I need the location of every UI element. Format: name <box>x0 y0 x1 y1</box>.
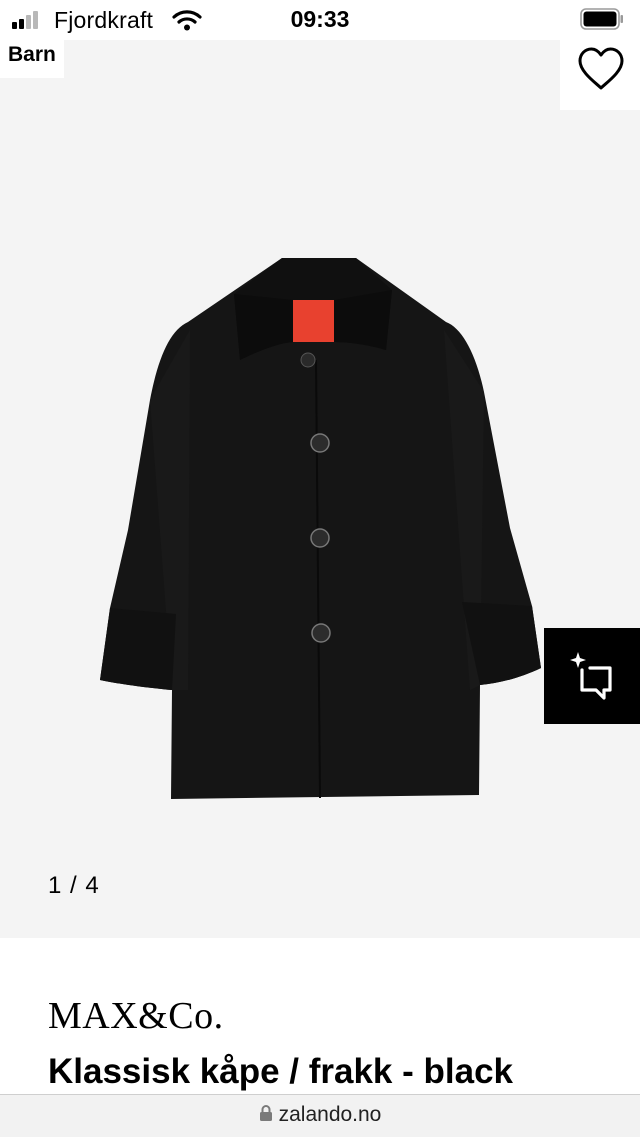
url-text: zalando.no <box>278 1103 382 1126</box>
brand-name[interactable]: MAX&Co. <box>48 994 224 1038</box>
browser-url-bar[interactable]: zalando.no <box>0 1094 640 1137</box>
product-image[interactable] <box>90 252 550 812</box>
product-image-gallery[interactable]: Barn 1 / 4 <box>0 40 640 938</box>
battery-icon <box>580 8 623 30</box>
lock-icon <box>259 1105 272 1122</box>
category-tag: Barn <box>0 40 64 78</box>
wishlist-button[interactable] <box>560 40 640 110</box>
heart-icon <box>578 47 624 90</box>
find-similar-button[interactable] <box>544 628 640 724</box>
clock: 09:33 <box>290 6 350 32</box>
image-counter: 1 / 4 <box>48 872 100 899</box>
product-title: Klassisk kåpe / frakk - black <box>48 1052 513 1091</box>
product-info: MAX&Co. Klassisk kåpe / frakk - black <box>0 938 640 1094</box>
status-bar: Fjordkraft 09:33 <box>0 0 640 40</box>
sparkle-crop-icon <box>570 652 612 700</box>
